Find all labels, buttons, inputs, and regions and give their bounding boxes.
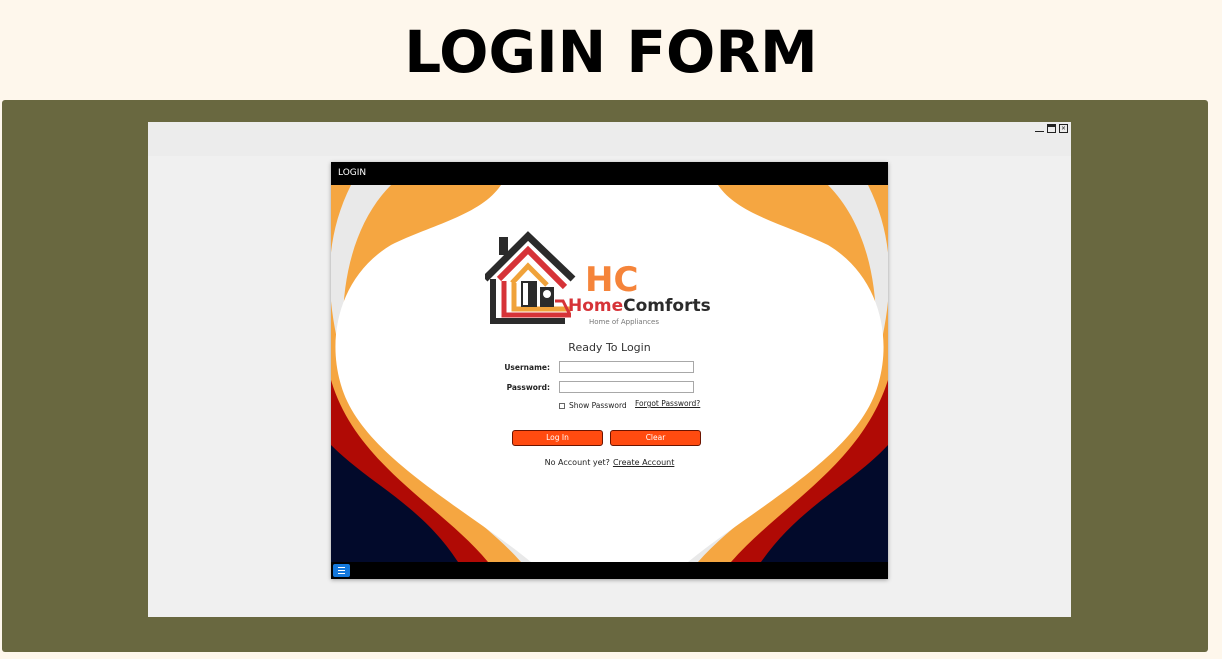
password-input[interactable] (559, 381, 694, 393)
login-button[interactable]: Log In (512, 430, 603, 446)
page-title: LOGIN FORM (404, 18, 818, 86)
password-label: Password: (506, 383, 550, 392)
username-input[interactable] (559, 361, 694, 373)
forgot-password-link[interactable]: Forgot Password? (635, 399, 700, 408)
minimize-icon[interactable] (1035, 125, 1044, 132)
window-controls: ✕ (1035, 124, 1068, 133)
login-window-title: LOGIN (338, 168, 367, 178)
login-window: LOGIN HC HomeComforts Home of Appliances… (331, 162, 888, 579)
login-titlebar: LOGIN (331, 162, 888, 185)
menu-icon[interactable] (333, 564, 350, 577)
show-password-label: Show Password (569, 401, 627, 410)
form-heading: Ready To Login (568, 341, 651, 354)
close-icon[interactable]: ✕ (1059, 124, 1068, 133)
show-password-checkbox[interactable] (559, 402, 565, 409)
logo-tagline: Home of Appliances (589, 318, 659, 326)
logo-initials: HC (585, 260, 638, 300)
no-account-text: No Account yet? (544, 458, 610, 467)
login-statusbar (331, 562, 888, 579)
username-label: Username: (504, 363, 550, 372)
homecomforts-logo: HC HomeComforts Home of Appliances (482, 221, 735, 331)
login-body: HC HomeComforts Home of Appliances Ready… (331, 185, 888, 562)
clear-button[interactable]: Clear (610, 430, 701, 446)
show-password-row: Show Password (559, 401, 627, 410)
create-account-link[interactable]: Create Account (613, 458, 674, 467)
desktop-topbar: ✕ (148, 122, 1071, 156)
house-logo-icon: HC HomeComforts Home of Appliances (482, 231, 711, 326)
logo-brand: HomeComforts (568, 296, 711, 316)
account-row: No Account yet? Create Account (331, 458, 888, 467)
maximize-icon[interactable] (1047, 124, 1056, 133)
